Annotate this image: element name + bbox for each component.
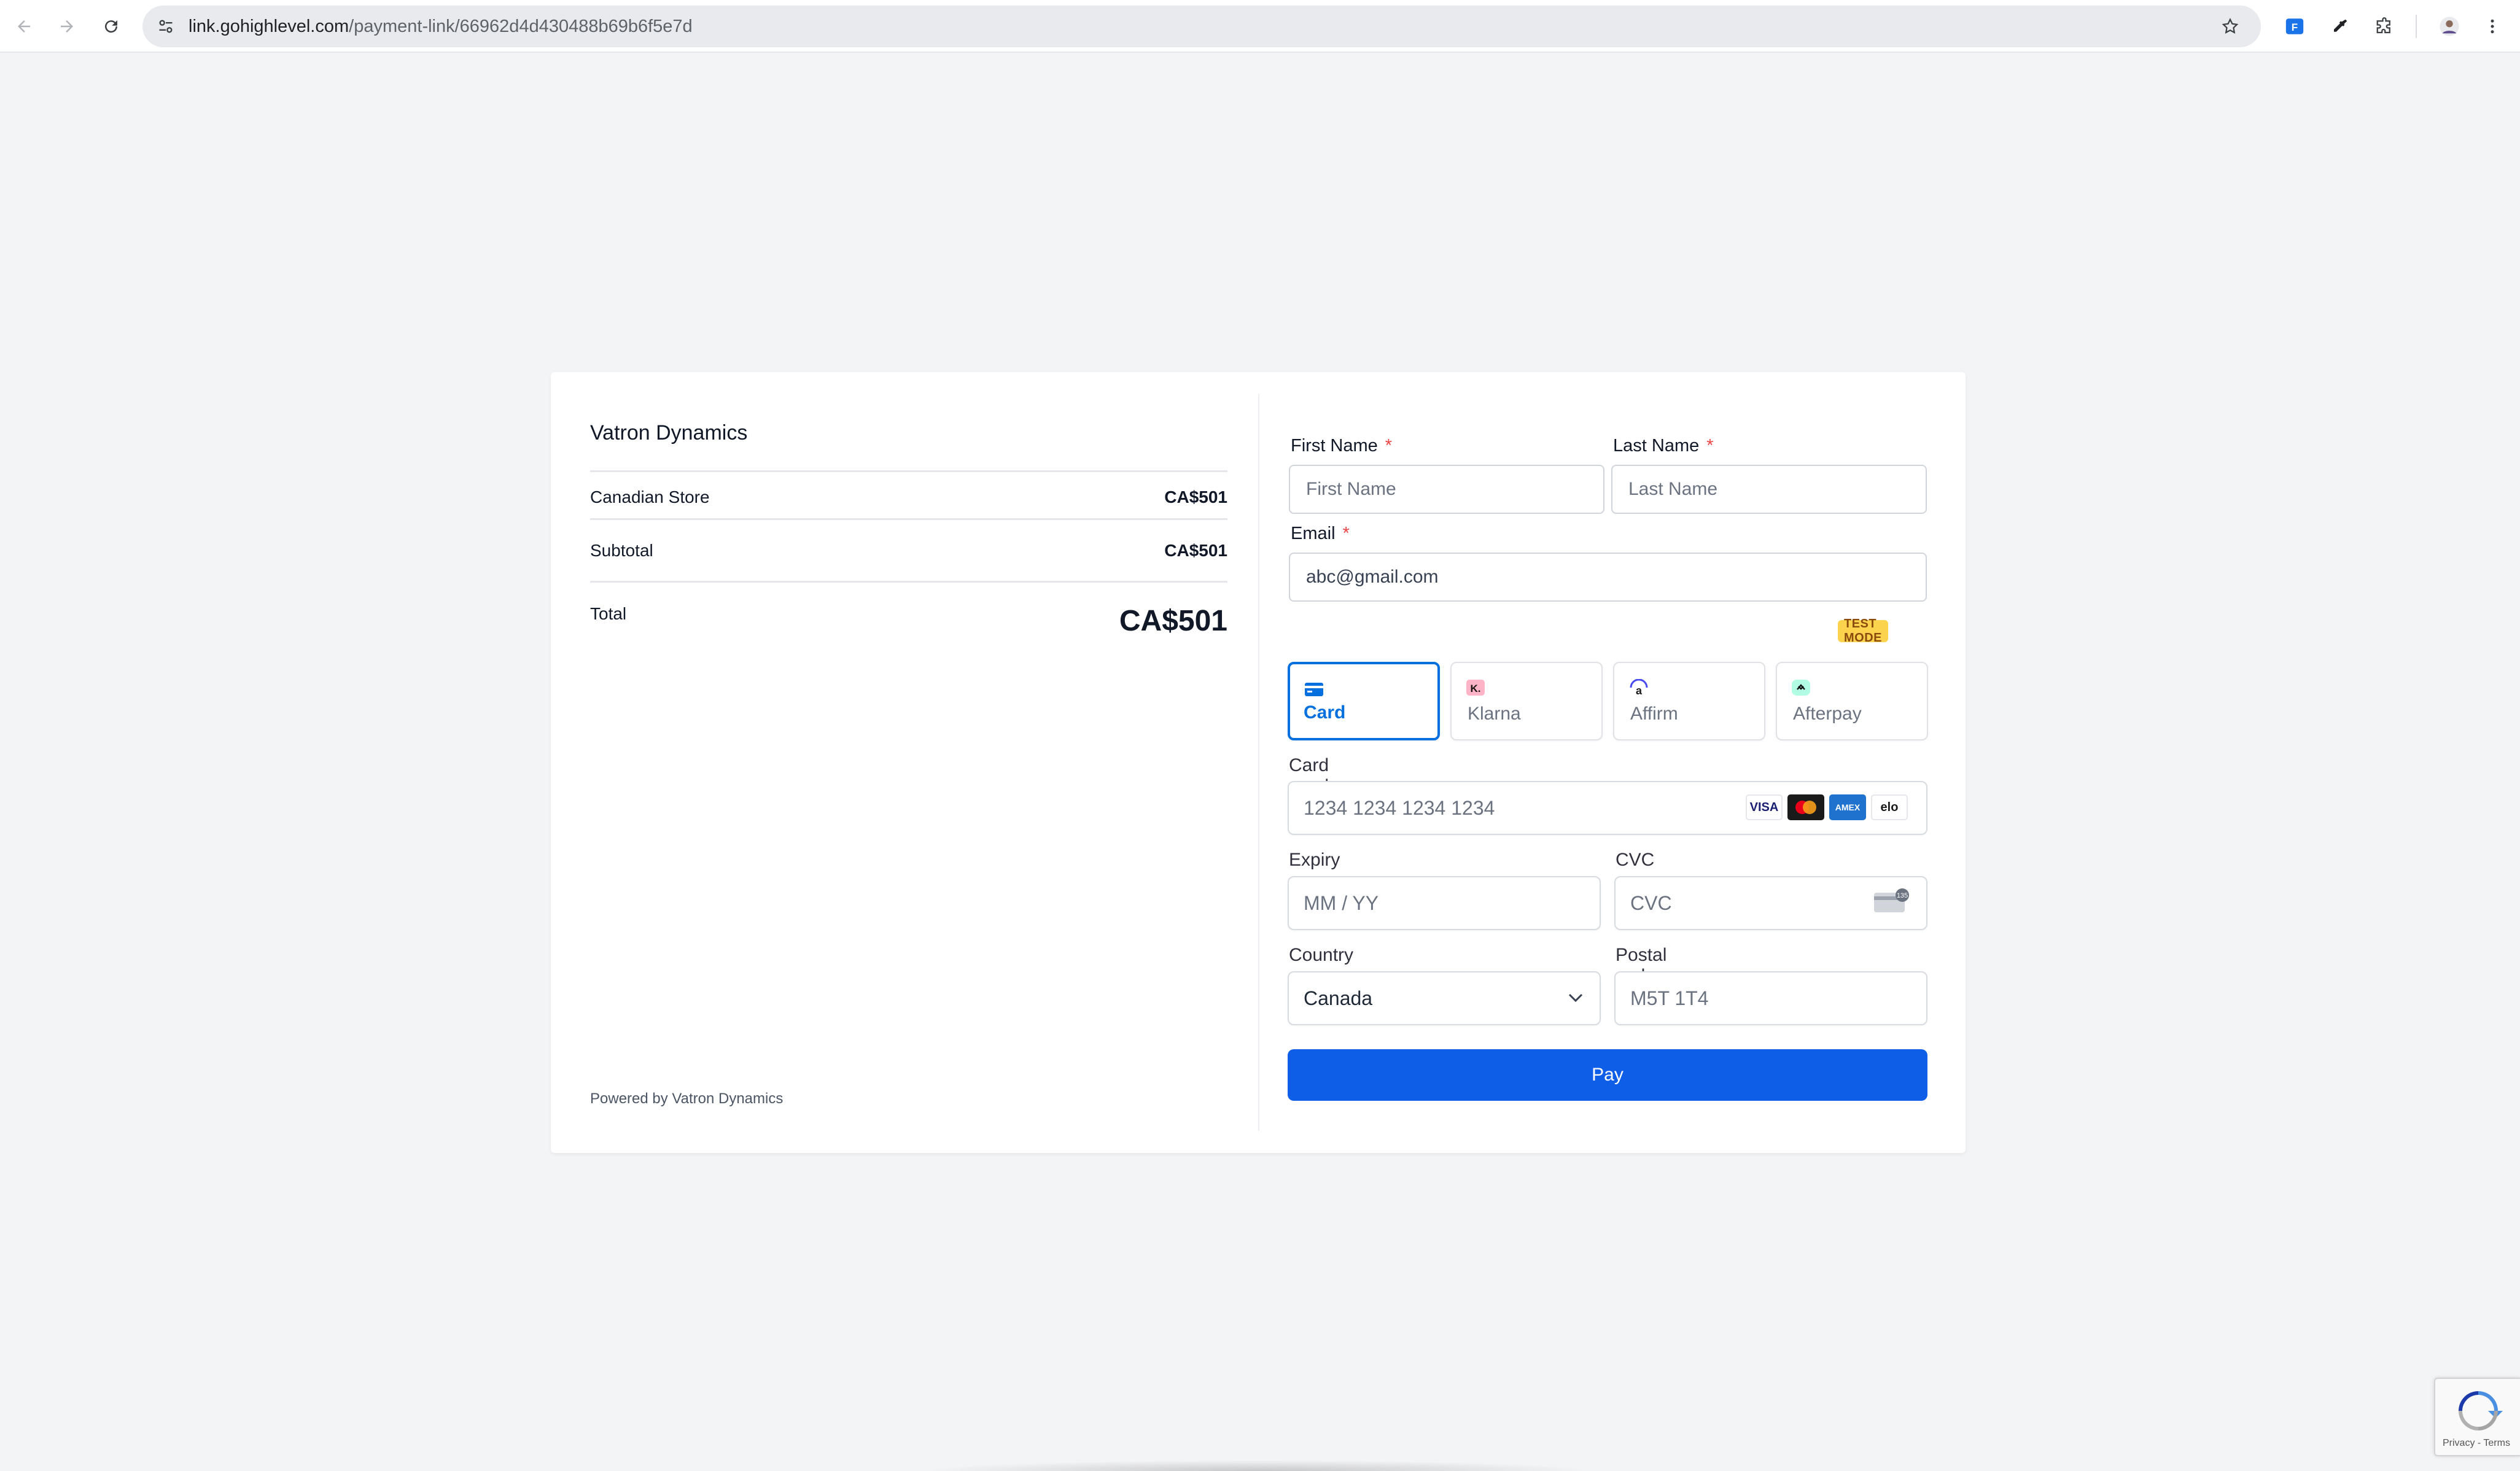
toolbar-separator: [2416, 15, 2417, 38]
subtotal-row: Subtotal CA$501: [590, 536, 1227, 565]
tab-affirm-label: Affirm: [1630, 704, 1678, 724]
total-label: Total: [590, 604, 627, 623]
bottom-edge-shadow: [921, 1460, 1596, 1471]
required-mark: *: [1385, 436, 1393, 456]
subtotal-label: Subtotal: [590, 541, 653, 560]
expiry-label: Expiry: [1289, 850, 1340, 870]
card-icon: [1305, 683, 1323, 696]
total-row: Total CA$501: [590, 593, 1227, 648]
summary-divider: [590, 518, 1227, 520]
url-text[interactable]: link.gohighlevel.com/payment-link/66962d…: [189, 6, 693, 47]
klarna-icon: K.: [1466, 680, 1485, 696]
line-item-amount: CA$501: [1164, 487, 1227, 507]
address-bar[interactable]: link.gohighlevel.com/payment-link/66962d…: [142, 6, 2261, 47]
afterpay-icon: [1792, 680, 1810, 696]
recaptcha-badge[interactable]: Privacy - Terms: [2434, 1378, 2520, 1456]
test-mode-badge: TEST MODE: [1838, 617, 1888, 645]
chrome-menu-icon[interactable]: [2478, 12, 2506, 41]
country-value: Canada: [1304, 987, 1373, 1009]
powered-by-text: Powered by Vatron Dynamics: [590, 1090, 784, 1107]
extension-f-icon[interactable]: F: [2281, 12, 2309, 41]
line-item-name: Canadian Store: [590, 487, 710, 507]
summary-divider: [590, 470, 1227, 472]
affirm-icon: a: [1630, 679, 1648, 696]
recaptcha-links[interactable]: Privacy - Terms: [2443, 1438, 2510, 1449]
vendor-name: Vatron Dynamics: [590, 421, 748, 444]
required-mark: *: [1342, 524, 1350, 543]
cvc-card-icon: 135: [1874, 888, 1909, 912]
total-amount: CA$501: [1119, 604, 1227, 637]
cvc-label: CVC: [1616, 850, 1655, 870]
postal-code-input[interactable]: M5T 1T4: [1614, 971, 1927, 1025]
tab-card-label: Card: [1304, 702, 1346, 723]
amex-icon: AMEX: [1829, 794, 1866, 820]
svg-text:a: a: [1636, 685, 1643, 696]
last-name-label: Last Name *: [1613, 436, 1714, 456]
first-name-input[interactable]: First Name: [1289, 465, 1604, 514]
first-name-label: First Name *: [1291, 436, 1392, 456]
eyedropper-icon[interactable]: [2326, 12, 2354, 41]
order-summary: Vatron Dynamics Canadian Store CA$501 Su…: [590, 372, 1227, 1153]
forward-icon[interactable]: [52, 11, 82, 42]
email-label-text: Email: [1291, 524, 1336, 543]
required-mark: *: [1706, 436, 1714, 456]
mastercard-icon: [1787, 794, 1824, 820]
pay-button[interactable]: Pay: [1288, 1049, 1927, 1101]
tab-card[interactable]: Card: [1288, 662, 1440, 740]
email-input[interactable]: abc@gmail.com: [1289, 553, 1927, 602]
first-name-label-text: First Name: [1291, 436, 1378, 456]
email-label: Email *: [1291, 524, 1350, 544]
tab-afterpay-label: Afterpay: [1793, 704, 1862, 724]
country-label: Country: [1289, 945, 1354, 965]
recaptcha-icon: [2459, 1391, 2503, 1430]
tab-klarna-label: Klarna: [1468, 704, 1521, 724]
line-item: Canadian Store CA$501: [590, 483, 1227, 512]
expiry-input[interactable]: MM / YY: [1288, 876, 1601, 930]
browser-toolbar: link.gohighlevel.com/payment-link/66962d…: [0, 0, 2520, 53]
svg-text:F: F: [2292, 21, 2298, 33]
tab-klarna[interactable]: K. Klarna: [1450, 662, 1603, 740]
url-path: /payment-link/66962d4d430488b69b6f5e7d: [349, 17, 693, 36]
tab-afterpay[interactable]: Afterpay: [1776, 662, 1928, 740]
reload-icon[interactable]: [96, 11, 126, 42]
elo-icon: elo: [1871, 794, 1908, 820]
summary-divider: [590, 581, 1227, 583]
svg-text:135: 135: [1897, 892, 1908, 899]
last-name-input[interactable]: Last Name: [1611, 465, 1927, 514]
url-host: link.gohighlevel.com: [189, 17, 349, 36]
bookmark-star-icon[interactable]: [2218, 14, 2242, 39]
profile-avatar-icon[interactable]: [2435, 12, 2464, 41]
back-icon[interactable]: [9, 11, 39, 42]
country-select[interactable]: Canada: [1288, 971, 1601, 1025]
tab-affirm[interactable]: a Affirm: [1613, 662, 1765, 740]
visa-icon: VISA: [1746, 794, 1783, 820]
panel-divider: [1258, 394, 1259, 1131]
site-settings-icon[interactable]: [154, 14, 178, 39]
chevron-down-icon: [1568, 993, 1583, 1003]
extensions-puzzle-icon[interactable]: [2370, 12, 2398, 41]
svg-text:K.: K.: [1471, 683, 1481, 694]
last-name-label-text: Last Name: [1613, 436, 1700, 456]
subtotal-amount: CA$501: [1164, 541, 1227, 560]
